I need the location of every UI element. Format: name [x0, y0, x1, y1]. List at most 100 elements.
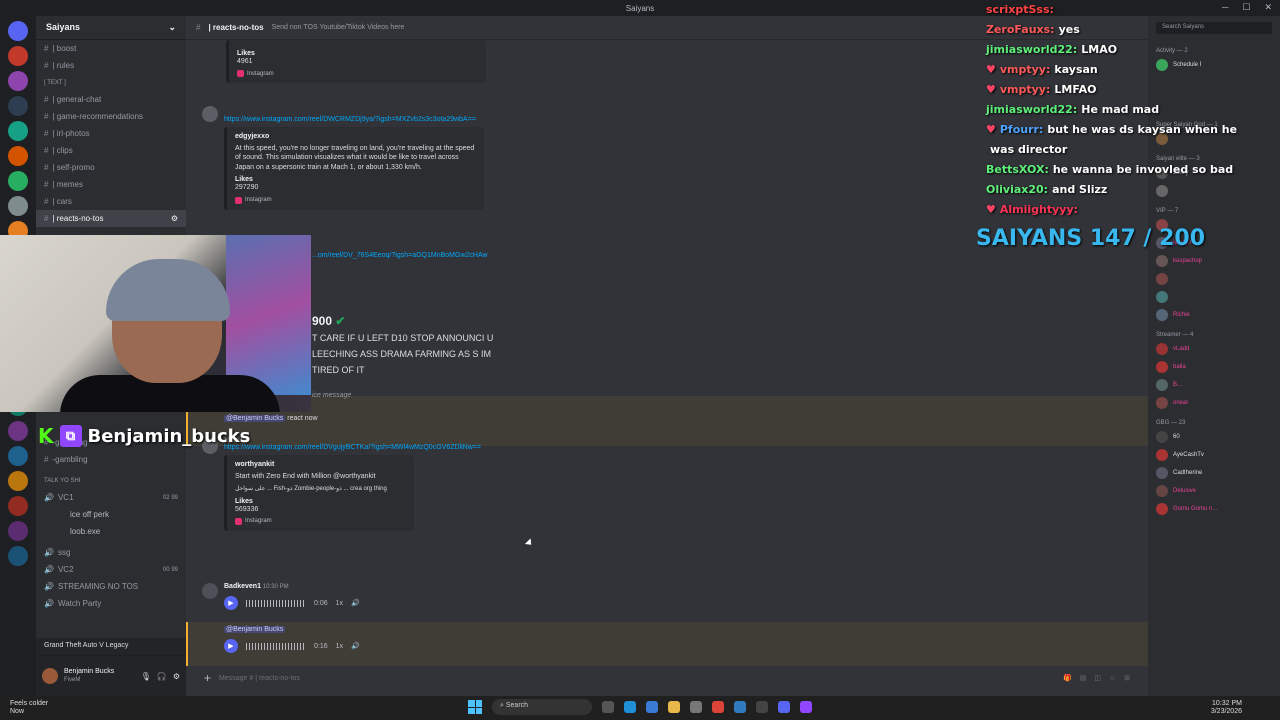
play-icon[interactable]: ▶	[224, 639, 238, 653]
member-item[interactable]: Richie	[1148, 306, 1280, 324]
member-item[interactable]: Delusive	[1148, 482, 1280, 500]
channel-gambling[interactable]: #-gambling	[36, 451, 186, 468]
channel-reacts-no-tos[interactable]: # | reacts-no-tos ⚙	[36, 210, 186, 227]
server-icon[interactable]	[8, 471, 28, 491]
message-link[interactable]: ...om/reel/DV_76S4Eeoq/?igsh=aGQ1MnBoMGw…	[312, 252, 488, 259]
message-link[interactable]: https://www.instagram.com/reel/DWCRMZDj9…	[224, 116, 524, 123]
member-item[interactable]: balla	[1148, 358, 1280, 376]
member-item[interactable]: Cadtherine	[1148, 464, 1280, 482]
user-info[interactable]: Benjamin Bucks FiveM	[64, 667, 114, 685]
category-talk[interactable]: TALK YO SHI	[36, 472, 186, 489]
channel-clips[interactable]: # | clips	[36, 142, 186, 159]
channel-irl-photos[interactable]: # | irl-photos	[36, 125, 186, 142]
server-icon[interactable]	[8, 71, 28, 91]
emoji-icon[interactable]: ☺	[1109, 675, 1116, 682]
member-item[interactable]: Gomu Gomu n...	[1148, 500, 1280, 518]
voice-channel-streaming[interactable]: 🔊 STREAMING NO TOS	[36, 578, 186, 595]
member-item[interactable]: B...	[1148, 376, 1280, 394]
member-item[interactable]: 60	[1148, 428, 1280, 446]
server-icon[interactable]	[8, 171, 28, 191]
edge-icon[interactable]	[624, 701, 636, 713]
server-header[interactable]: Saiyans ⌄	[36, 16, 186, 40]
apps-icon[interactable]: ⊞	[1124, 674, 1130, 682]
gear-icon[interactable]: ⚙	[171, 214, 178, 223]
weather-widget[interactable]: Feels colder Now	[10, 700, 48, 716]
server-icon[interactable]	[8, 546, 28, 566]
task-view-icon[interactable]	[602, 701, 614, 713]
server-icon[interactable]	[8, 146, 28, 166]
server-icon[interactable]	[8, 446, 28, 466]
settings-icon[interactable]	[690, 701, 702, 713]
channel-game-recommendations[interactable]: # | game-recommendations	[36, 108, 186, 125]
headphones-icon[interactable]: 🎧	[157, 672, 167, 681]
playback-speed[interactable]: 1x	[336, 600, 343, 607]
file-explorer-icon[interactable]	[668, 701, 680, 713]
voice-channel-vc1[interactable]: 🔊 VC1 02 99	[36, 489, 186, 506]
category-text[interactable]: [ Text ]	[36, 74, 186, 91]
home-icon[interactable]	[8, 21, 28, 41]
app-icon[interactable]	[734, 701, 746, 713]
clock[interactable]: 10:32 PM 3/23/2026	[1211, 700, 1242, 716]
play-icon[interactable]: ▶	[224, 596, 238, 610]
member-item[interactable]	[1148, 288, 1280, 306]
voice-user[interactable]: loob.exe	[36, 523, 186, 540]
timestamp: 10:30 PM	[262, 584, 289, 590]
channel-general-chat[interactable]: # | general-chat	[36, 91, 186, 108]
taskbar-search[interactable]: ⌕ Search	[492, 699, 592, 715]
channel-rules[interactable]: # | rules	[36, 57, 186, 74]
obs-icon[interactable]	[756, 701, 768, 713]
channel-boost[interactable]: # | boost	[36, 40, 186, 57]
member-item[interactable]	[1148, 270, 1280, 288]
channel-cars[interactable]: # | cars	[36, 193, 186, 210]
voice-user[interactable]: ice off perk	[36, 506, 186, 523]
member-item[interactable]: AyeCashTv	[1148, 446, 1280, 464]
server-icon[interactable]	[8, 121, 28, 141]
voice-channel-vc2[interactable]: 🔊 VC2 00 99	[36, 561, 186, 578]
volume-icon[interactable]: 🔊	[351, 599, 360, 607]
server-icon[interactable]	[8, 196, 28, 216]
likes-label: Likes	[237, 50, 255, 57]
avatar[interactable]	[202, 106, 218, 122]
message-input[interactable]: Message # | reacts-no-tos	[219, 675, 300, 682]
embed-title[interactable]: worthyankit	[235, 461, 406, 468]
chrome-icon[interactable]	[712, 701, 724, 713]
server-icon[interactable]	[8, 46, 28, 66]
author-name[interactable]: 900 ✔	[312, 314, 512, 328]
channel-label: | self-promo	[52, 163, 95, 172]
avatar[interactable]	[202, 583, 218, 599]
avatar[interactable]	[42, 668, 58, 684]
close-icon[interactable]: ✕	[1264, 2, 1272, 13]
discord-icon[interactable]	[778, 701, 790, 713]
waveform[interactable]	[246, 599, 306, 607]
embed-title[interactable]: edgyjexxo	[235, 133, 476, 140]
mention[interactable]: @Benjamin Bucks	[224, 626, 286, 633]
waveform[interactable]	[246, 642, 306, 650]
message-link[interactable]: https://www.instagram.com/reel/DVgujyBCT…	[224, 444, 524, 451]
server-icon[interactable]	[8, 421, 28, 441]
browser-icon[interactable]	[646, 701, 658, 713]
member-item[interactable]: vLadd	[1148, 340, 1280, 358]
windows-start-icon[interactable]	[468, 700, 482, 714]
member-item[interactable]: kaspachop	[1148, 252, 1280, 270]
gear-icon[interactable]: ⚙	[173, 672, 180, 681]
channel-topic[interactable]: Send non TOS Youtube/Tiktok Videos here	[272, 24, 405, 31]
game-activity[interactable]: Grand Theft Auto V Legacy	[36, 638, 186, 656]
server-icon[interactable]	[8, 521, 28, 541]
playback-speed[interactable]: 1x	[336, 643, 343, 650]
mention[interactable]: @Benjamin Bucks	[224, 415, 286, 422]
mic-icon[interactable]: 🎙	[141, 672, 151, 681]
gif-icon[interactable]: ▤	[1080, 674, 1087, 682]
sticker-icon[interactable]: ◫	[1094, 674, 1101, 682]
twitch-icon[interactable]	[800, 701, 812, 713]
server-icon[interactable]	[8, 496, 28, 516]
channel-memes[interactable]: # | memes	[36, 176, 186, 193]
add-attachment-icon[interactable]: +	[204, 671, 211, 685]
voice-channel-watch-party[interactable]: 🔊 Watch Party	[36, 595, 186, 612]
voice-channel-ssg[interactable]: 🔊 ssg	[36, 544, 186, 561]
author-name[interactable]: Badkeven1	[224, 583, 261, 590]
volume-icon[interactable]: 🔊	[351, 642, 360, 650]
member-item[interactable]: oneal	[1148, 394, 1280, 412]
server-icon[interactable]	[8, 96, 28, 116]
channel-self-promo[interactable]: # | self-promo	[36, 159, 186, 176]
gift-icon[interactable]: 🎁	[1063, 674, 1072, 682]
